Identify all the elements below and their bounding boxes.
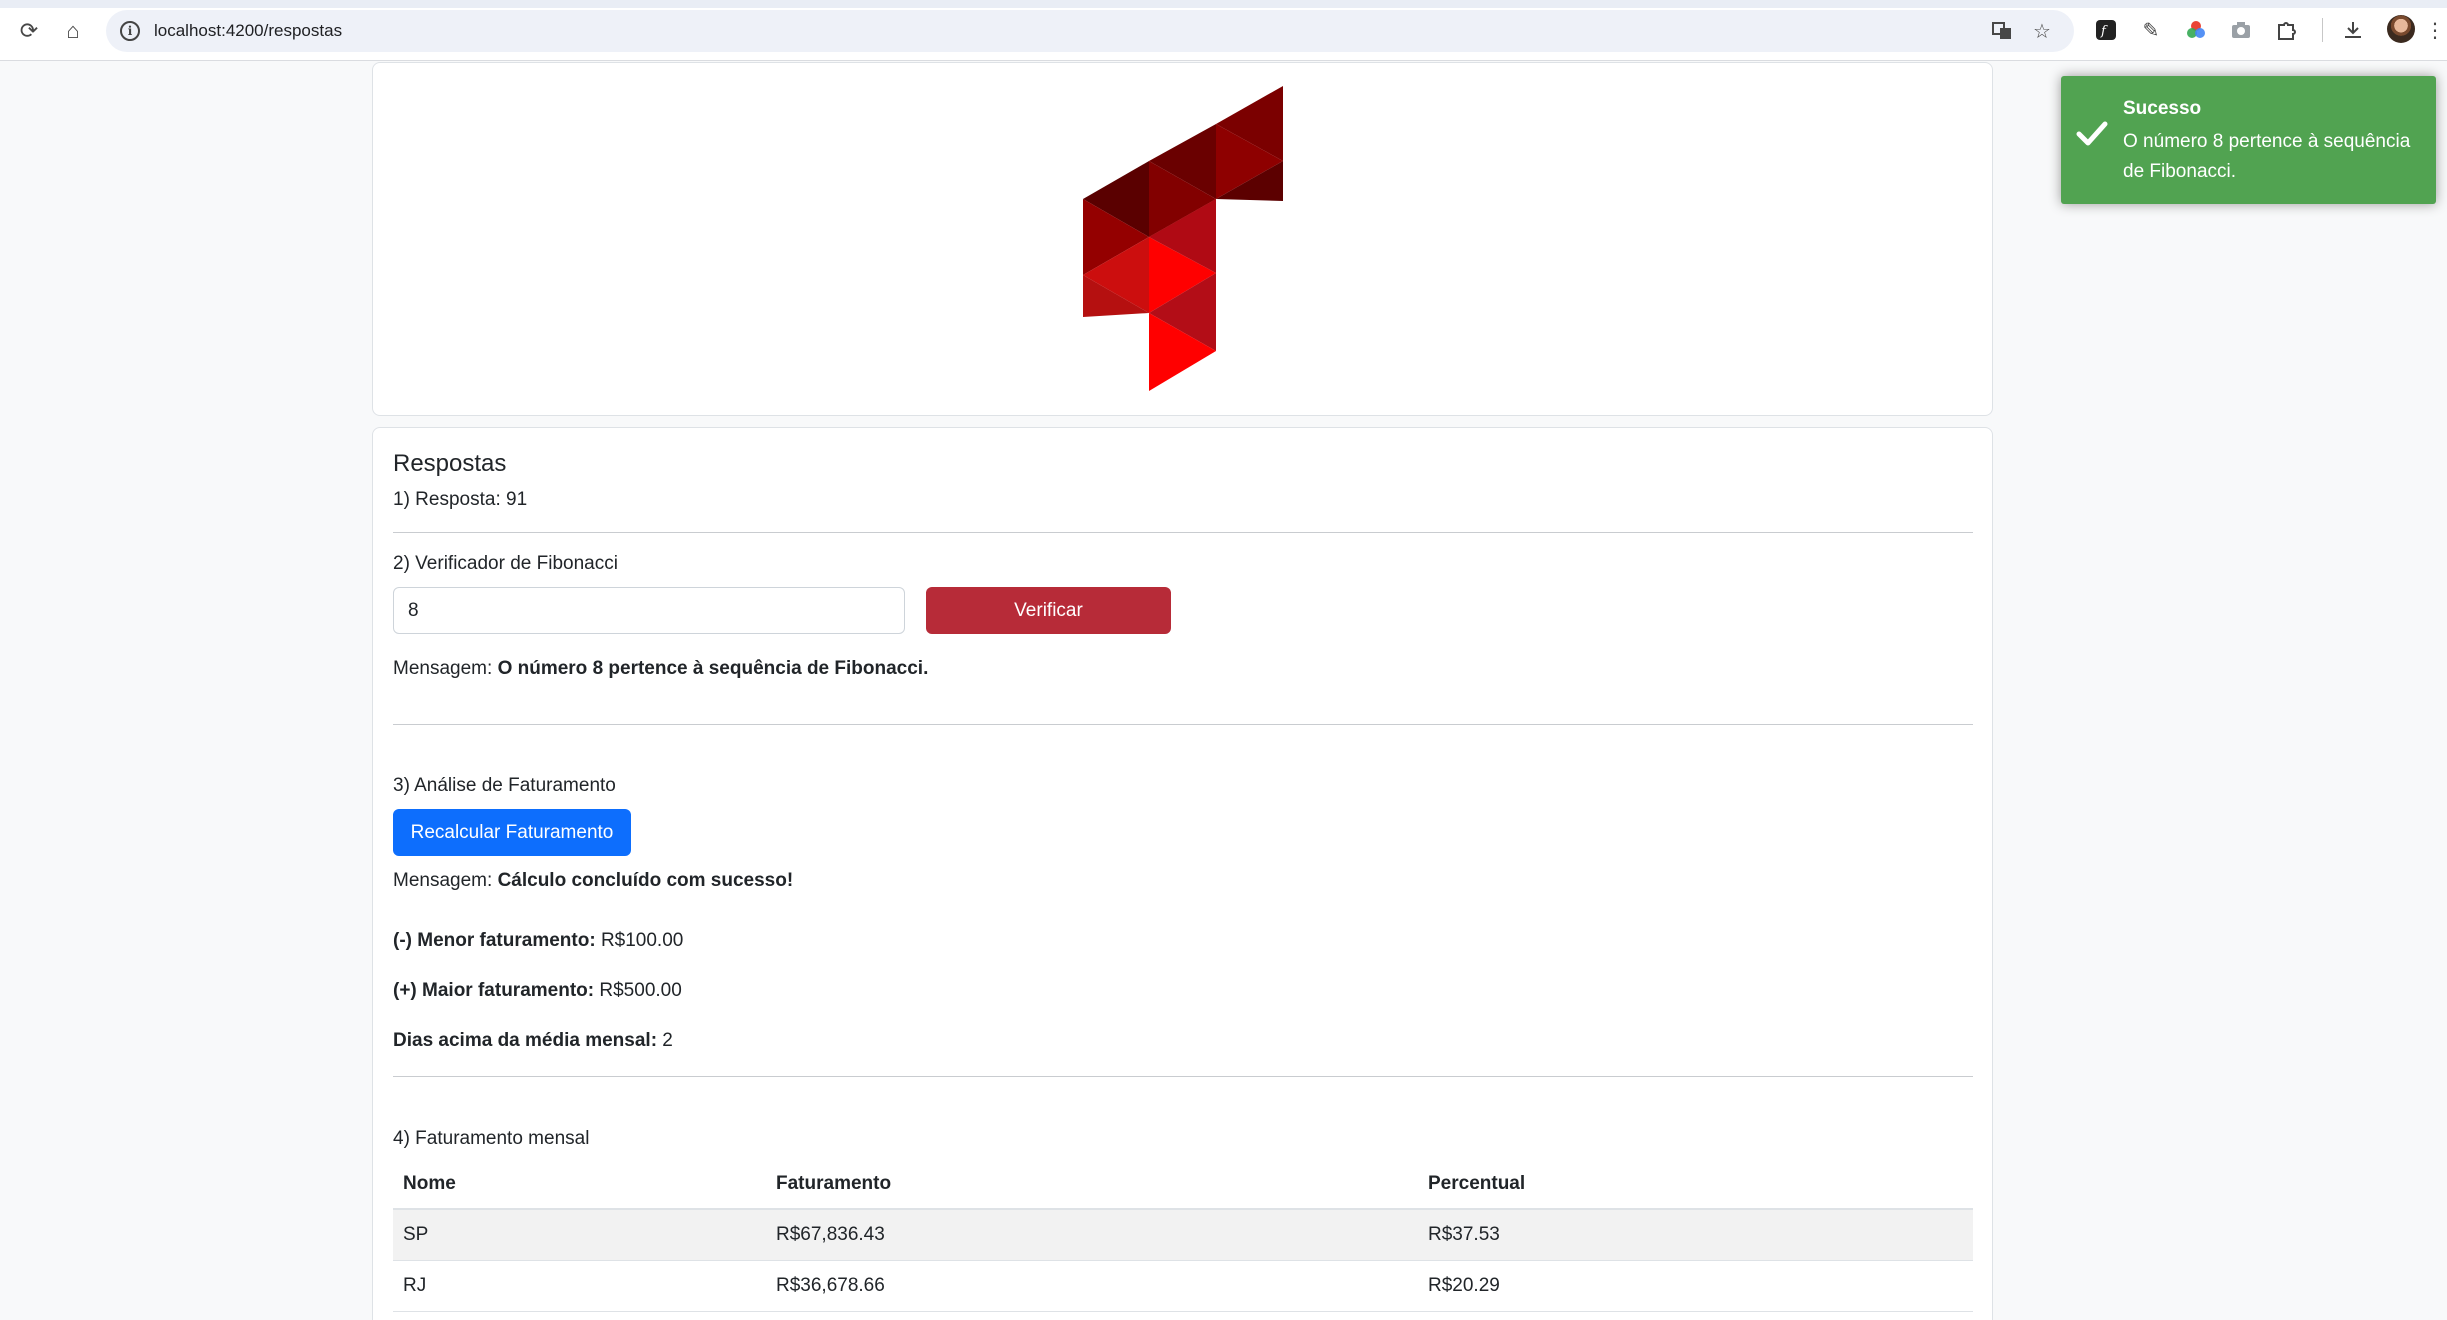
faturamento-message-value: Cálculo concluído com sucesso! <box>497 870 794 891</box>
toolbar-separator <box>2322 18 2323 42</box>
divider <box>393 1076 1973 1077</box>
recalcular-faturamento-button[interactable]: Recalcular Faturamento <box>393 809 631 856</box>
divider <box>393 724 1973 725</box>
column-header-faturamento: Faturamento <box>766 1159 1418 1210</box>
fibonacci-number-input[interactable] <box>393 587 905 634</box>
eyedropper-icon[interactable]: ✎ <box>2137 16 2165 44</box>
menu-kebab-icon[interactable]: ⋮ <box>2425 16 2445 44</box>
verify-button[interactable]: Verificar <box>926 587 1171 634</box>
fibonacci-section-label: 2) Verificador de Fibonacci <box>393 553 618 574</box>
fibonacci-message-value: O número 8 pertence à sequência de Fibon… <box>497 658 929 679</box>
cell-faturamento: R$36,678.66 <box>766 1260 1418 1312</box>
maior-faturamento: (+) Maior faturamento: R$500.00 <box>393 980 1973 1002</box>
cell-nome: RJ <box>393 1260 766 1312</box>
bookmark-star-icon[interactable]: ☆ <box>2030 19 2054 43</box>
color-wheel-icon[interactable] <box>2182 16 2210 44</box>
dias-acima-media: Dias acima da média mensal: 2 <box>393 1030 1973 1052</box>
cell-faturamento: R$67,836.43 <box>766 1209 1418 1261</box>
menor-faturamento-label: (-) Menor faturamento: <box>393 930 596 951</box>
faturamento-section-label: 3) Análise de Faturamento <box>393 775 616 796</box>
column-header-percentual: Percentual <box>1418 1159 1973 1210</box>
success-toast[interactable]: Sucesso O número 8 pertence à sequência … <box>2061 76 2436 204</box>
fibonacci-message-label: Mensagem: <box>393 658 493 679</box>
cell-percentual: R$20.29 <box>1418 1260 1973 1312</box>
faturamento-message: Mensagem: Cálculo concluído com sucesso! <box>393 870 1973 892</box>
divider <box>393 532 1973 533</box>
toast-title: Sucesso <box>2123 98 2202 119</box>
camera-icon[interactable] <box>2227 16 2255 44</box>
translate-icon[interactable] <box>1990 19 2014 43</box>
answer-1-value: 91 <box>506 489 528 510</box>
table-row: SP R$67,836.43 R$37.53 <box>393 1209 1973 1261</box>
home-icon[interactable]: ⌂ <box>56 14 90 48</box>
site-info-icon[interactable]: i <box>120 21 140 41</box>
answer-1: 1) Resposta: 91 <box>393 489 1973 511</box>
maior-faturamento-value: R$500.00 <box>599 980 682 1001</box>
extensions-puzzle-icon[interactable] <box>2272 16 2300 44</box>
column-header-nome: Nome <box>393 1159 766 1210</box>
fibonacci-message: Mensagem: O número 8 pertence à sequênci… <box>393 658 1973 680</box>
answer-1-label: 1) Resposta: <box>393 489 501 510</box>
checkmark-icon <box>2076 121 2108 146</box>
respostas-card: Respostas 1) Resposta: 91 2) Verificador… <box>372 427 1993 1320</box>
menor-faturamento-value: R$100.00 <box>600 930 684 951</box>
cell-percentual: R$37.53 <box>1418 1209 1973 1261</box>
logo-card <box>372 62 1993 416</box>
download-icon[interactable] <box>2339 16 2367 44</box>
browser-toolbar: ⟳ ⌂ i localhost:4200/respostas ☆ f ✎ ⋮ <box>0 0 2447 61</box>
table-header-row: Nome Faturamento Percentual <box>393 1159 1973 1210</box>
address-bar[interactable]: i localhost:4200/respostas ☆ <box>106 10 2074 52</box>
profile-avatar[interactable] <box>2387 15 2415 43</box>
cell-nome: SP <box>393 1209 766 1261</box>
reload-icon[interactable]: ⟳ <box>12 14 46 48</box>
page-title: Respostas <box>393 450 507 477</box>
dias-acima-media-value: 2 <box>662 1030 673 1051</box>
faturamento-mensal-label: 4) Faturamento mensal <box>393 1128 590 1149</box>
menor-faturamento: (-) Menor faturamento: R$100.00 <box>393 930 1973 952</box>
table-row: RJ R$36,678.66 R$20.29 <box>393 1260 1973 1312</box>
faturamento-mensal-table: Nome Faturamento Percentual SP R$67,836.… <box>393 1159 1973 1312</box>
fx-extension-icon[interactable]: f <box>2092 16 2120 44</box>
toast-message: O número 8 pertence à sequência de Fibon… <box>2123 131 2411 182</box>
brand-logo <box>1083 86 1283 391</box>
url-text: localhost:4200/respostas <box>154 21 343 40</box>
maior-faturamento-label: (+) Maior faturamento: <box>393 980 595 1001</box>
faturamento-message-label: Mensagem: <box>393 870 493 891</box>
dias-acima-media-label: Dias acima da média mensal: <box>393 1030 658 1051</box>
